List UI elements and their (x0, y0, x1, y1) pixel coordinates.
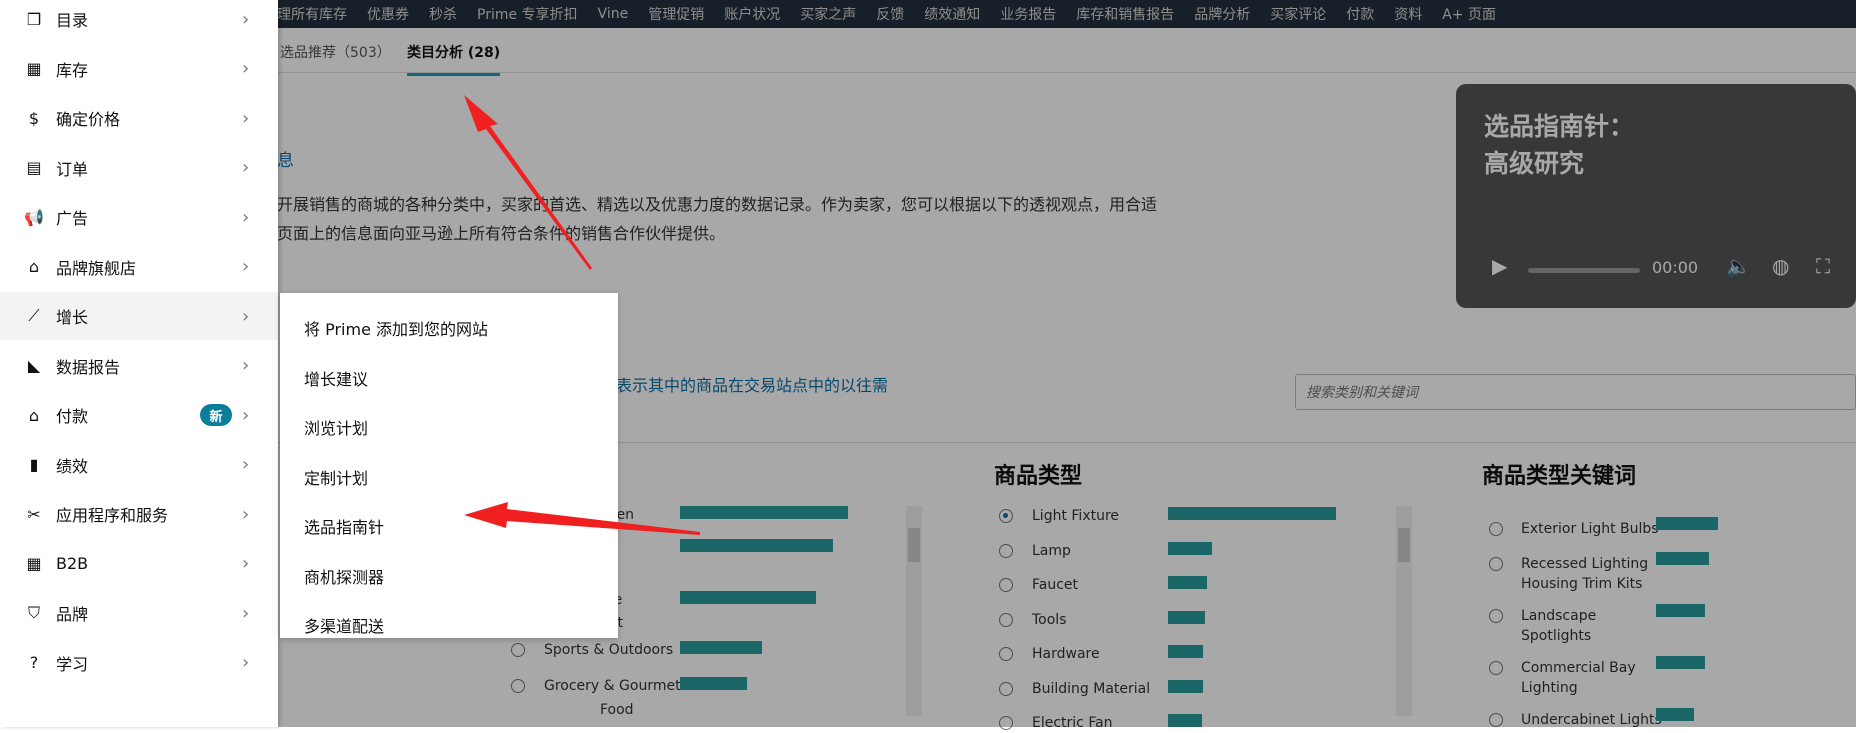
annotation-arrows (464, 95, 700, 535)
arrow-to-category-tab (464, 95, 592, 270)
arrow-to-product-compass (464, 502, 700, 535)
